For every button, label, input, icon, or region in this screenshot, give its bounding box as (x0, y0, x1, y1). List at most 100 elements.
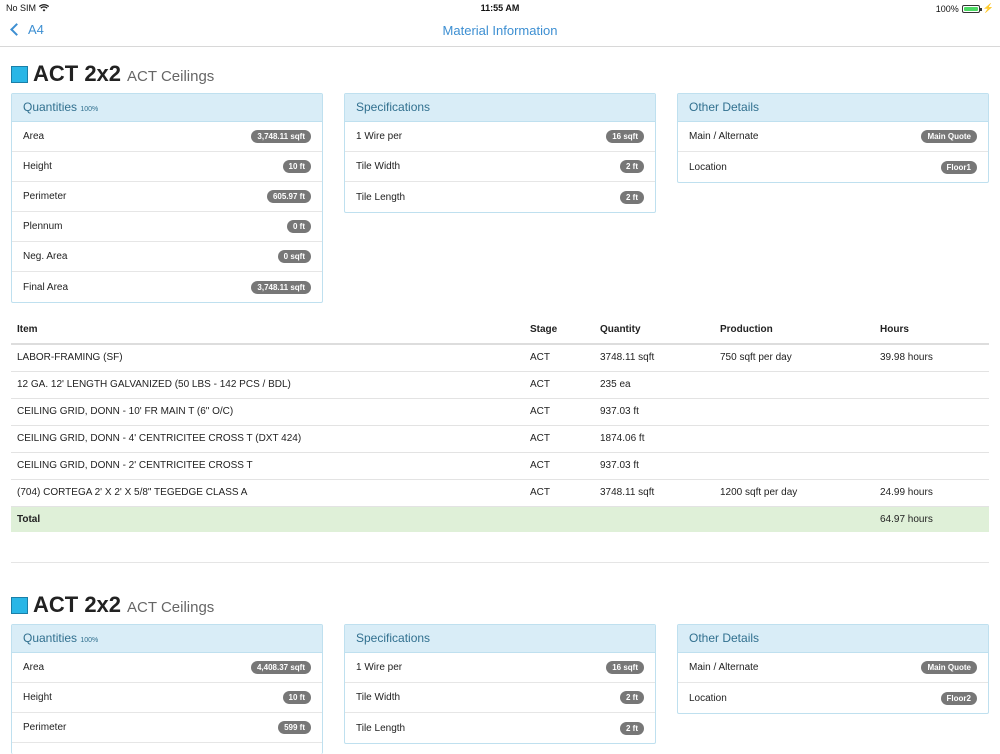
row-label: Perimeter (23, 722, 67, 733)
quantity-row: Height 10 ft (12, 152, 322, 182)
quantity-cell: 1874.06 ft (594, 425, 714, 453)
row-label: Plennum (23, 221, 63, 232)
battery-percent: 100% (935, 3, 959, 14)
quantity-row: Perimeter 599 ft (12, 713, 322, 743)
table-row: LABOR-FRAMING (SF) ACT 3748.11 sqft 750 … (11, 344, 989, 372)
row-label: Final Area (23, 281, 69, 293)
section-name: ACT 2x2 (33, 61, 122, 86)
specifications-panel: Specifications 1 Wire per 16 sqft Tile Wi… (344, 624, 656, 744)
status-time: 11:55 AM (480, 3, 520, 13)
hours-cell: 39.98 hours (874, 344, 989, 372)
color-swatch (11, 66, 28, 83)
spec-row: Tile Width 2 ft (345, 683, 655, 713)
row-label: Location (689, 692, 727, 704)
quantity-row: Area 3,748.11 sqft (12, 122, 322, 152)
item-cell: CEILING GRID, DONN - 4' CENTRICITEE CROS… (11, 425, 524, 453)
item-cell: CEILING GRID, DONN - 10' FR MAIN T (6" O… (11, 398, 524, 426)
spec-row: Tile Width 2 ft (345, 152, 655, 182)
table-row: (704) CORTEGA 2' X 2' X 5/8" TEGEDGE CLA… (11, 479, 989, 507)
spec-row: Tile Length 2 ft (345, 713, 655, 743)
value-badge: 16 sqft (606, 661, 644, 674)
stage-cell: ACT (524, 371, 594, 399)
empty-cell (524, 506, 594, 532)
value-badge: 16 sqft (606, 130, 644, 143)
row-label: Area (23, 131, 45, 142)
section-divider (11, 562, 989, 563)
battery-icon (961, 4, 982, 13)
value-badge: 3,748.11 sqft (251, 130, 311, 143)
panel-title: Other Details (689, 100, 760, 114)
item-cell: LABOR-FRAMING (SF) (11, 344, 524, 372)
row-label: Area (23, 662, 45, 673)
quantity-cell: 3748.11 sqft (594, 344, 714, 372)
section-title: ACT 2x2 ACT Ceilings (11, 61, 214, 87)
item-cell: (704) CORTEGA 2' X 2' X 5/8" TEGEDGE CLA… (11, 479, 524, 507)
hours-cell (874, 398, 989, 426)
row-label: Tile Length (356, 722, 406, 734)
row-label: 1 Wire per (356, 131, 403, 142)
table-header-row: Item Stage Quantity Production Hours (11, 316, 989, 345)
stage-cell: ACT (524, 344, 594, 372)
panel-heading: Other Details (678, 94, 988, 122)
production-cell: 1200 sqft per day (714, 479, 874, 507)
quantity-row: Perimeter 605.97 ft (12, 182, 322, 212)
stage-cell: ACT (524, 479, 594, 507)
value-badge: 599 ft (278, 721, 311, 734)
panel-title: Quantities (23, 631, 78, 645)
column-header: Stage (524, 316, 594, 345)
quantity-row: Final Area 3,748.11 sqft (12, 272, 322, 302)
table-row: CEILING GRID, DONN - 2' CENTRICITEE CROS… (11, 452, 989, 480)
hours-cell (874, 425, 989, 453)
column-header: Production (714, 316, 874, 345)
value-badge: 2 ft (620, 190, 644, 204)
specifications-panel: Specifications 1 Wire per 16 sqft Tile Wi… (344, 93, 656, 213)
stage-cell: ACT (524, 398, 594, 426)
table-row: CEILING GRID, DONN - 10' FR MAIN T (6" O… (11, 398, 989, 426)
table-row: CEILING GRID, DONN - 4' CENTRICITEE CROS… (11, 425, 989, 453)
quantities-panel: Quantities 100% Area 3,748.11 sqft Height… (11, 93, 323, 303)
production-cell: 750 sqft per day (714, 344, 874, 372)
hours-cell: 24.99 hours (874, 479, 989, 507)
status-right: 100% ⚡ (936, 3, 994, 14)
row-label: Tile Width (356, 692, 401, 703)
value-badge: Floor2 (940, 691, 977, 705)
value-badge: 4,408.37 sqft (250, 661, 311, 674)
other-details-panel: Other Details Main / Alternate Main Quote… (677, 93, 989, 183)
value-badge: 2 ft (620, 721, 644, 735)
percent-label: 100% (80, 106, 99, 113)
panel-heading: Specifications (345, 94, 655, 122)
value-badge: 10 ft (282, 691, 311, 704)
item-cell: CEILING GRID, DONN - 2' CENTRICITEE CROS… (11, 452, 524, 480)
detail-row: Location Floor1 (678, 152, 988, 182)
value-badge: 0 ft (287, 220, 311, 233)
panel-title: Specifications (356, 631, 431, 645)
row-label: 1 Wire per (356, 662, 403, 673)
value-badge: Floor1 (940, 160, 977, 174)
total-row: Total 64.97 hours (11, 506, 989, 532)
panel-heading: Other Details (678, 625, 988, 653)
empty-cell (714, 506, 874, 532)
value-badge: 0 sqft (277, 250, 311, 263)
quantity-cell: 3748.11 sqft (594, 479, 714, 507)
quantity-cell: 937.03 ft (594, 452, 714, 480)
value-badge: Main Quote (921, 661, 977, 674)
value-badge: Main Quote (921, 130, 977, 143)
row-label: Main / Alternate (689, 662, 759, 673)
stage-cell: ACT (524, 452, 594, 480)
production-cell (714, 398, 874, 426)
quantity-row: Area 4,408.37 sqft (12, 653, 322, 683)
column-header: Item (11, 316, 524, 345)
production-cell (714, 425, 874, 453)
spec-row: 1 Wire per 16 sqft (345, 122, 655, 152)
panel-title: Quantities (23, 100, 78, 114)
production-cell (714, 371, 874, 399)
row-label: Height (23, 161, 52, 172)
panel-heading: Quantities 100% (12, 94, 322, 122)
section-name: ACT 2x2 (33, 592, 122, 617)
detail-row: Main / Alternate Main Quote (678, 653, 988, 683)
other-details-panel: Other Details Main / Alternate Main Quote… (677, 624, 989, 714)
row-label: Perimeter (23, 191, 67, 202)
status-bar: No SIM 11:55 AM 100% ⚡ (0, 0, 1000, 16)
table-row: 12 GA. 12' LENGTH GALVANIZED (50 LBS - 1… (11, 371, 989, 399)
row-label: Location (689, 161, 727, 173)
